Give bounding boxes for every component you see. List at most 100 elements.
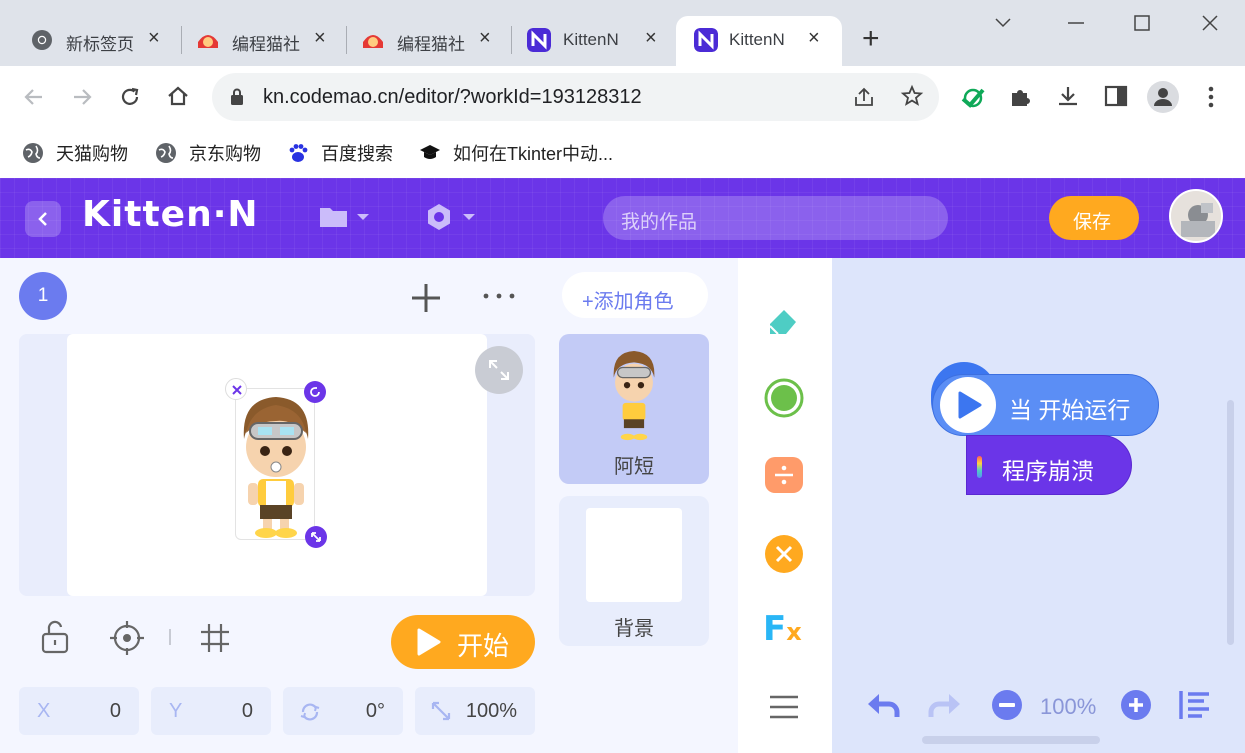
close-icon[interactable]: × [479, 27, 491, 50]
bookmark-tkinter[interactable]: 如何在Tkinter中动... [419, 140, 613, 166]
tab-label: KittenN [563, 30, 619, 49]
zoom-out-button[interactable] [992, 690, 1022, 720]
profile-icon[interactable] [1147, 81, 1179, 113]
crosshair-icon[interactable] [109, 620, 145, 656]
delete-sprite-handle[interactable] [225, 378, 247, 400]
stage-sprite[interactable] [235, 388, 315, 540]
stage-canvas[interactable] [67, 334, 487, 596]
background-card[interactable]: 背景 [559, 496, 709, 646]
play-icon [417, 628, 441, 656]
settings-menu-button[interactable] [424, 202, 480, 232]
functions-category-icon[interactable]: Fx [763, 612, 802, 649]
screen-number-badge[interactable]: 1 [19, 272, 67, 320]
scale-field[interactable]: 100% [415, 687, 535, 735]
resize-sprite-handle[interactable] [305, 526, 327, 548]
url-text[interactable]: kn.codemao.cn/editor/?workId=193128312 [263, 86, 642, 109]
back-icon[interactable] [22, 85, 46, 109]
rotation-field[interactable]: 0° [283, 687, 403, 735]
x-field[interactable]: X 0 [19, 687, 139, 735]
extensions-puzzle-icon[interactable] [1008, 85, 1032, 109]
rotate-sprite-handle[interactable] [304, 381, 326, 403]
more-options-icon[interactable] [482, 292, 516, 300]
baidu-paw-icon [289, 144, 308, 162]
save-button[interactable]: 保存 [1049, 196, 1139, 240]
tool-divider [169, 629, 171, 645]
tab-label: 编程猫社 [232, 35, 300, 54]
sprite-card-selected[interactable]: 阿短 [559, 334, 709, 484]
tab-kittenn-1[interactable]: KittenN × [497, 16, 677, 66]
download-icon[interactable] [1056, 84, 1080, 108]
tab-new-tab[interactable]: 新标签页 × [0, 16, 180, 66]
y-field[interactable]: Y 0 [151, 687, 271, 735]
close-icon [232, 385, 242, 395]
close-icon[interactable]: × [808, 27, 820, 50]
file-menu-button[interactable] [318, 204, 374, 232]
add-screen-icon[interactable] [410, 282, 442, 314]
bookmark-label: 如何在Tkinter中动... [453, 144, 614, 164]
close-icon[interactable]: × [148, 27, 160, 50]
tab-label: KittenN [729, 30, 785, 49]
bookmark-baidu[interactable]: 百度搜索 [287, 140, 393, 166]
avatar[interactable] [1169, 189, 1223, 243]
side-panel-icon[interactable] [1104, 85, 1128, 107]
horizontal-scrollbar[interactable] [922, 736, 1100, 744]
bookmarks-bar: 天猫购物 京东购物 百度搜索 如何在Tkinter中动... [0, 128, 1245, 178]
close-icon[interactable]: × [645, 27, 657, 50]
reload-icon[interactable] [118, 85, 142, 109]
maximize-icon[interactable] [1133, 14, 1151, 32]
extension-green-icon[interactable] [960, 85, 986, 111]
kittenn-icon [694, 28, 718, 52]
tab-codemao-2[interactable]: 编程猫社 × [331, 16, 511, 66]
share-icon[interactable] [852, 85, 876, 109]
work-title-input[interactable]: 我的作品 [603, 196, 948, 240]
operators-category-icon[interactable] [764, 456, 804, 494]
window-close-icon[interactable] [1201, 14, 1219, 32]
address-bar[interactable]: kn.codemao.cn/editor/?workId=193128312 [212, 73, 939, 121]
grid-icon[interactable] [199, 622, 231, 654]
pen-category-icon[interactable] [766, 304, 802, 338]
y-value[interactable]: 0 [242, 700, 253, 723]
rotation-value[interactable]: 0° [366, 700, 385, 723]
fullscreen-button[interactable] [475, 346, 523, 394]
code-workspace[interactable]: 当 开始运行 程序崩溃 100% [832, 258, 1245, 753]
close-icon[interactable]: × [314, 27, 326, 50]
play-icon [958, 391, 982, 419]
menu-dots-icon[interactable] [1206, 85, 1216, 109]
sprite-thumbnail [613, 351, 655, 441]
hamburger-menu-icon[interactable] [768, 694, 800, 720]
start-button[interactable]: 开始 [391, 615, 535, 669]
globe-icon [156, 143, 176, 163]
forward-icon[interactable] [70, 85, 94, 109]
bookmark-tmall[interactable]: 天猫购物 [22, 140, 128, 166]
lock-open-icon[interactable] [40, 620, 70, 654]
custom-function-block[interactable]: 程序崩溃 [966, 435, 1132, 495]
scale-icon [431, 701, 451, 721]
bookmark-star-icon[interactable] [900, 84, 924, 108]
vertical-scrollbar[interactable] [1227, 400, 1234, 645]
bookmark-jd[interactable]: 京东购物 [155, 140, 261, 166]
new-tab-button[interactable]: + [862, 22, 880, 56]
minimize-icon[interactable] [1066, 16, 1086, 30]
variables-category-icon[interactable] [764, 534, 804, 574]
rotate-icon [310, 387, 320, 397]
stage-panel: 1 开始 X 0 Y 0 0° 100% [0, 258, 550, 753]
home-icon[interactable] [166, 84, 190, 108]
start-block-icon-bg [940, 377, 996, 433]
back-button[interactable] [25, 201, 61, 237]
start-label: 开始 [457, 631, 510, 661]
scale-value[interactable]: 100% [466, 700, 517, 723]
undo-icon[interactable] [865, 690, 901, 720]
stage-frame [19, 334, 535, 596]
screen-number: 1 [37, 285, 49, 306]
lock-icon[interactable] [230, 88, 244, 106]
x-value[interactable]: 0 [110, 700, 121, 723]
tab-codemao-1[interactable]: 编程猫社 × [166, 16, 346, 66]
tab-search-icon[interactable] [993, 16, 1013, 30]
zoom-in-button[interactable] [1121, 690, 1151, 720]
add-sprite-button[interactable]: +添加角色 [562, 272, 708, 318]
when-start-block[interactable]: 当 开始运行 [932, 374, 1159, 436]
events-category-icon[interactable] [764, 378, 804, 418]
align-blocks-icon[interactable] [1178, 689, 1212, 721]
tab-kittenn-active[interactable]: KittenN × [676, 16, 842, 66]
redo-icon[interactable] [927, 690, 963, 720]
